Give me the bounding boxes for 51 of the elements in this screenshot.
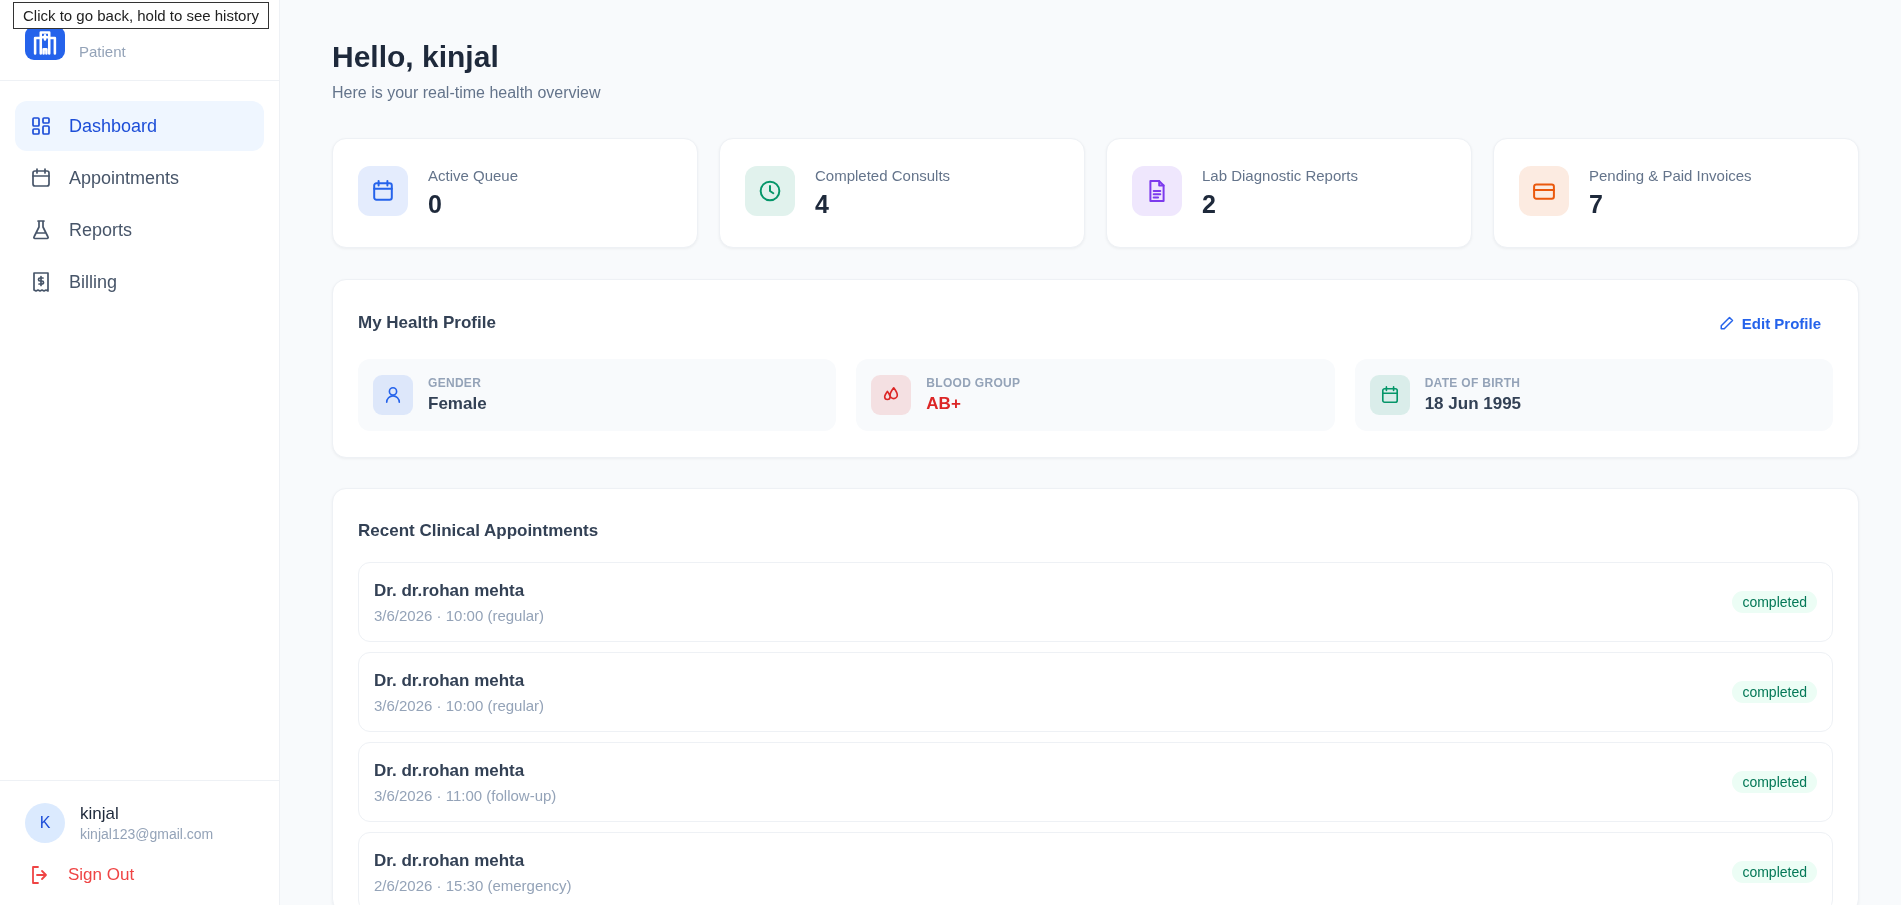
grid-icon bbox=[31, 116, 51, 136]
appointment-detail: 3/6/2026 · 10:00 (regular) bbox=[374, 606, 545, 624]
status-badge: completed bbox=[1732, 681, 1817, 703]
field-label: GENDER bbox=[428, 376, 483, 390]
user-role: Patient bbox=[79, 42, 126, 60]
appointment-row[interactable]: Dr. dr.rohan mehta 3/6/2026 · 10:00 (regular) completed bbox=[358, 652, 1833, 732]
user-avatar: K bbox=[25, 803, 65, 843]
nav-item[interactable]: Billing bbox=[15, 257, 264, 307]
doctor-name: Dr. dr.rohan mehta bbox=[374, 580, 526, 601]
nav-item[interactable]: Appointments bbox=[15, 153, 264, 203]
stat-value: 2 bbox=[1202, 190, 1217, 219]
field-label: BLOOD GROUP bbox=[926, 376, 1021, 390]
card-title: Recent Clinical Appointments bbox=[358, 521, 600, 541]
status-badge: completed bbox=[1732, 771, 1817, 793]
greeting-heading: Hello, kinjal bbox=[332, 40, 500, 74]
stat-label: Completed Consults bbox=[815, 167, 951, 184]
field-value: Female bbox=[428, 394, 487, 414]
tooltip: Click to go back, hold to see history bbox=[13, 2, 269, 29]
status-badge: completed bbox=[1732, 591, 1817, 613]
pencil-icon bbox=[1718, 315, 1734, 331]
sign-out-link[interactable]: Sign Out bbox=[25, 865, 254, 885]
field-label: DATE OF BIRTH bbox=[1424, 376, 1522, 390]
building-icon bbox=[33, 30, 57, 55]
receipt-icon bbox=[31, 272, 51, 292]
doctor-name: Dr. dr.rohan mehta bbox=[374, 760, 526, 781]
edit-profile-link[interactable]: Edit Profile bbox=[1718, 314, 1821, 332]
stat-value: 0 bbox=[428, 190, 443, 219]
appointment-detail: 3/6/2026 · 11:00 (follow-up) bbox=[374, 786, 557, 804]
doctor-name: Dr. dr.rohan mehta bbox=[374, 850, 526, 871]
field-value: AB+ bbox=[926, 394, 962, 414]
flask-icon bbox=[31, 220, 51, 240]
card-title: My Health Profile bbox=[358, 313, 496, 333]
appointment-detail: 2/6/2026 · 15:30 (emergency) bbox=[374, 876, 572, 894]
greeting-subtitle: Here is your real-time health overview bbox=[332, 84, 602, 102]
user-name: kinjal bbox=[80, 804, 120, 824]
stat-value: 4 bbox=[815, 190, 830, 219]
appointment-row[interactable]: Dr. dr.rohan mehta 3/6/2026 · 10:00 (regular) completed bbox=[358, 562, 1833, 642]
field-value: 18 Jun 1995 bbox=[1424, 394, 1522, 414]
appointment-row[interactable]: Dr. dr.rohan mehta 3/6/2026 · 11:00 (follow-up) completed bbox=[358, 742, 1833, 822]
doctor-name: Dr. dr.rohan mehta bbox=[374, 670, 526, 691]
appointment-detail: 3/6/2026 · 10:00 (regular) bbox=[374, 696, 545, 714]
stat-label: Active Queue bbox=[428, 167, 519, 184]
stat-label: Pending & Paid Invoices bbox=[1589, 167, 1752, 184]
user-email: kinjal123@gmail.com bbox=[80, 826, 214, 842]
logout-icon bbox=[30, 865, 50, 885]
status-badge: completed bbox=[1732, 861, 1817, 883]
nav-item[interactable]: Dashboard bbox=[15, 101, 264, 151]
stat-label: Lab Diagnostic Reports bbox=[1202, 167, 1358, 184]
stat-value: 7 bbox=[1589, 190, 1604, 219]
calendar-icon bbox=[31, 168, 51, 188]
nav-item[interactable]: Reports bbox=[15, 205, 264, 255]
